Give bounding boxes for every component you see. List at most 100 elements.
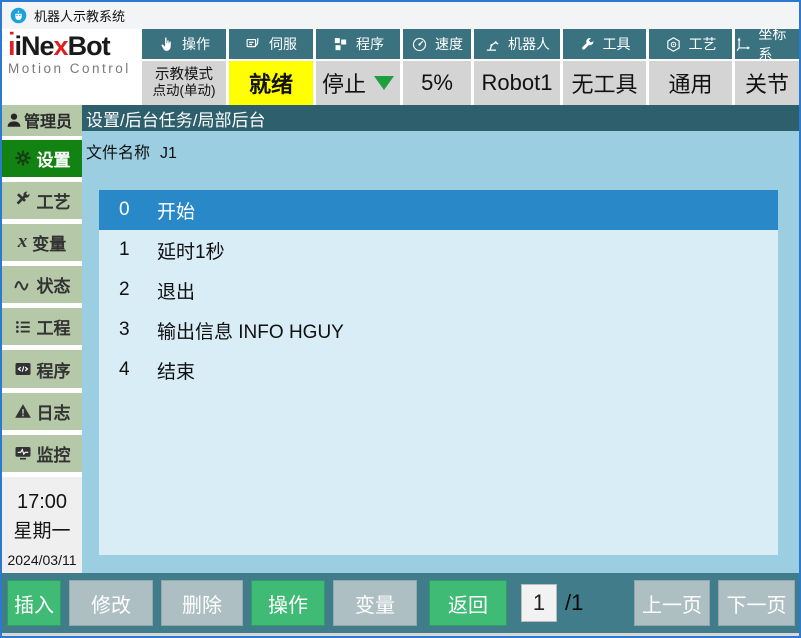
- row-index: 3: [119, 319, 130, 340]
- teach-mode-line1: 示教模式: [155, 67, 213, 83]
- column-operate: 操作 示教模式 点动(单动): [142, 29, 226, 105]
- coordinate-button-label: 坐标系: [758, 26, 787, 62]
- column-process: 工艺 通用: [649, 29, 732, 105]
- column-speed: 速度 5%: [403, 29, 471, 105]
- process-button[interactable]: 工艺: [649, 29, 732, 59]
- row-index: 4: [119, 359, 130, 380]
- speed-button[interactable]: 速度: [403, 29, 471, 59]
- user-icon: [7, 113, 21, 128]
- program-row[interactable]: 1 延时1秒: [99, 230, 778, 270]
- speed-value: 5%: [403, 61, 471, 105]
- insert-button[interactable]: 插入: [7, 580, 61, 626]
- program-button-label: 程序: [356, 36, 384, 52]
- current-user: 管理员: [2, 105, 82, 136]
- window-titlebar: 机器人示教系统: [2, 2, 799, 29]
- body: 管理员 设置 工艺 x 变量 状态 工程 程序 日志 监控 17:00 星期一 …: [2, 105, 799, 573]
- brand-subtitle: Motion Control: [8, 61, 131, 76]
- bottom-strip: [2, 633, 799, 636]
- column-coordinate: 坐标系 关节: [735, 26, 799, 105]
- file-name-label: 文件名称: [86, 145, 151, 162]
- program-row[interactable]: 0 开始: [99, 190, 778, 230]
- speed-button-label: 速度: [435, 36, 463, 52]
- speed-gauge-icon: [412, 37, 427, 51]
- wave-icon: [14, 280, 28, 291]
- run-state-label: 停止: [321, 72, 366, 97]
- sidebar-item-label: 状态: [36, 277, 71, 297]
- coordinate-axes-icon: [736, 37, 751, 51]
- column-tool: 工具 无工具: [563, 29, 646, 105]
- hand-pointer-icon: [161, 36, 171, 51]
- column-program: 程序 停止: [316, 29, 400, 105]
- robot-button[interactable]: 机器人: [474, 29, 560, 59]
- tool-name: 无工具: [563, 61, 646, 105]
- sidebar-item-log[interactable]: 日志: [2, 392, 82, 430]
- sidebar-item-label: 变量: [32, 234, 67, 254]
- warning-icon: [14, 404, 31, 418]
- teach-mode-line2: 点动(单动): [152, 83, 216, 98]
- servo-icon: [246, 37, 259, 47]
- page-number-input[interactable]: [521, 584, 557, 622]
- delete-button[interactable]: 删除: [161, 580, 243, 626]
- column-robot: 机器人 Robot1: [474, 29, 560, 105]
- sidebar-item-status[interactable]: 状态: [2, 266, 82, 304]
- servo-button-label: 伺服: [269, 36, 297, 52]
- sidebar-item-label: 监控: [36, 445, 71, 465]
- brand-logo: ı̇iNexBot Motion Control: [2, 29, 142, 105]
- teach-mode-status: 示教模式 点动(单动): [142, 61, 226, 105]
- file-name-row: 文件名称 J1: [86, 139, 778, 163]
- coordinate-name: 关节: [735, 61, 799, 105]
- sidebar-item-label: 程序: [36, 361, 71, 381]
- sidebar-item-label: 工艺: [36, 192, 71, 212]
- program-grid-icon: [334, 37, 347, 50]
- breadcrumb: 设置/后台任务/局部后台: [82, 105, 799, 131]
- run-state-dropdown[interactable]: 停止: [316, 61, 400, 105]
- clock-weekday: 星期一: [13, 520, 71, 542]
- tool-button[interactable]: 工具: [563, 29, 646, 59]
- process-hexagon-icon: [666, 36, 680, 52]
- row-text: 结束: [157, 361, 196, 383]
- monitor-icon: [15, 447, 30, 460]
- prev-page-button[interactable]: 上一页: [634, 580, 710, 626]
- servo-button[interactable]: 伺服: [229, 29, 313, 59]
- footer-toolbar: 插入 修改 删除 操作 变量 返回 /1 上一页 下一页: [2, 573, 799, 636]
- program-row[interactable]: 3 输出信息 INFO HGUY: [99, 310, 778, 350]
- sidebar-item-label: 工程: [36, 319, 71, 339]
- operate-button[interactable]: 操作: [142, 29, 226, 59]
- sidebar-item-monitor[interactable]: 监控: [2, 434, 82, 472]
- window-title: 机器人示教系统: [34, 9, 126, 24]
- sidebar-item-label: 设置: [36, 150, 71, 170]
- process-name: 通用: [649, 61, 732, 105]
- program-row[interactable]: 4 结束: [99, 350, 778, 390]
- tools-icon: [16, 191, 29, 205]
- list-icon: [15, 320, 30, 333]
- app-window: 机器人示教系统 ı̇iNexBot Motion Control 操作 示教模式…: [0, 0, 801, 638]
- sidebar-item-project[interactable]: 工程: [2, 308, 82, 346]
- next-page-button[interactable]: 下一页: [718, 580, 795, 626]
- sidebar-item-settings[interactable]: 设置: [2, 139, 82, 177]
- program-line-list: 0 开始 1 延时1秒 2 退出 3 输出信息 INFO HGUY 4 结束: [99, 190, 778, 555]
- robot-button-label: 机器人: [508, 36, 550, 52]
- row-index: 0: [119, 199, 130, 220]
- header-columns: 操作 示教模式 点动(单动) 伺服 就绪 程序 停止 速度 5% 机器人 Rob…: [142, 26, 799, 105]
- coordinate-button[interactable]: 坐标系: [735, 26, 799, 62]
- program-row[interactable]: 2 退出: [99, 270, 778, 310]
- wrench-icon: [581, 37, 593, 50]
- row-index: 1: [119, 239, 130, 260]
- sidebar-item-variables[interactable]: x 变量: [2, 223, 82, 262]
- clock-date: 2024/03/11: [7, 551, 77, 568]
- row-text: 开始: [157, 201, 196, 223]
- modify-button[interactable]: 修改: [69, 580, 153, 626]
- sidebar-item-program[interactable]: 程序: [2, 350, 82, 388]
- variable-button[interactable]: 变量: [333, 580, 417, 626]
- variable-x-icon: x: [17, 231, 28, 253]
- row-text: 延时1秒: [157, 241, 225, 263]
- brand-wordmark: ı̇iNexBot: [8, 31, 111, 61]
- clock-time: 17:00: [16, 490, 68, 513]
- back-button[interactable]: 返回: [429, 580, 507, 626]
- row-text: 输出信息 INFO HGUY: [157, 321, 344, 343]
- robot-arm-icon: [486, 40, 499, 51]
- stop-dropdown-triangle: [374, 76, 394, 90]
- program-button[interactable]: 程序: [316, 29, 400, 59]
- sidebar-item-process[interactable]: 工艺: [2, 181, 82, 219]
- operate-footer-button[interactable]: 操作: [251, 580, 325, 626]
